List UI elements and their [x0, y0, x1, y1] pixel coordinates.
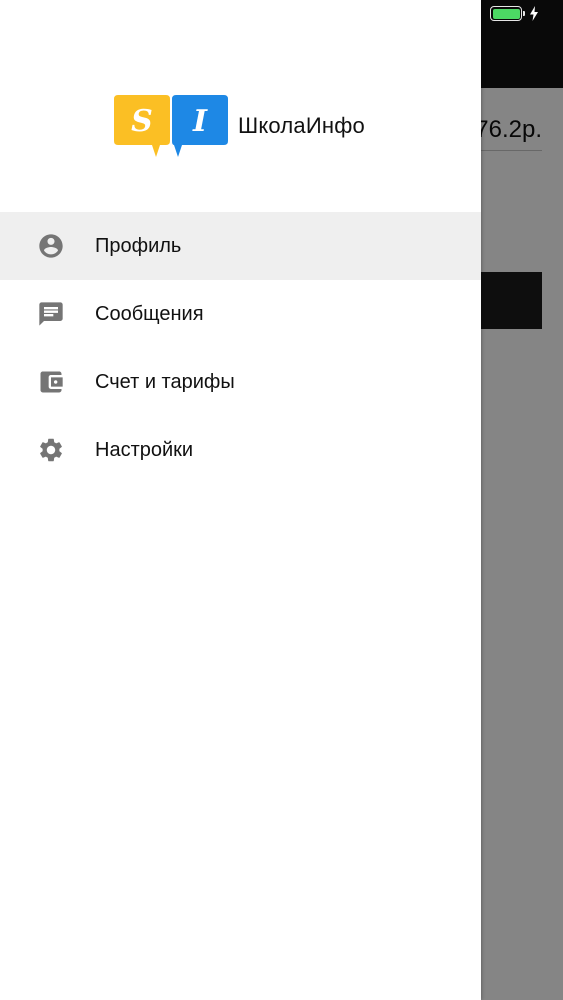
- bolt-icon: [530, 6, 538, 21]
- menu-item-settings[interactable]: Настройки: [0, 416, 481, 484]
- drawer-menu: Профиль Сообщения Счет и тарифы Настройк…: [0, 212, 481, 484]
- menu-item-label: Счет и тарифы: [95, 370, 235, 393]
- gear-icon: [36, 435, 66, 465]
- battery-indicator: [490, 6, 539, 21]
- menu-item-label: Настройки: [95, 438, 194, 461]
- menu-item-label: Профиль: [95, 234, 182, 257]
- menu-item-billing[interactable]: Счет и тарифы: [0, 348, 481, 416]
- menu-item-label: Сообщения: [95, 302, 204, 325]
- logo-icon: S I: [114, 95, 228, 157]
- logo-letter-i: I: [192, 104, 208, 139]
- menu-item-profile[interactable]: Профиль: [0, 212, 481, 280]
- app-name: ШколаИнфо: [238, 113, 365, 138]
- wallet-icon: [36, 367, 66, 397]
- logo-letter-s: S: [131, 104, 153, 139]
- account-circle-icon: [36, 231, 66, 261]
- message-icon: [36, 299, 66, 329]
- app-logo: S I ШколаИнфо: [112, 93, 365, 159]
- battery-icon: [490, 6, 525, 21]
- menu-item-messages[interactable]: Сообщения: [0, 280, 481, 348]
- navigation-drawer: S I ШколаИнфо Профиль Сообщения Счет и т…: [0, 0, 481, 1000]
